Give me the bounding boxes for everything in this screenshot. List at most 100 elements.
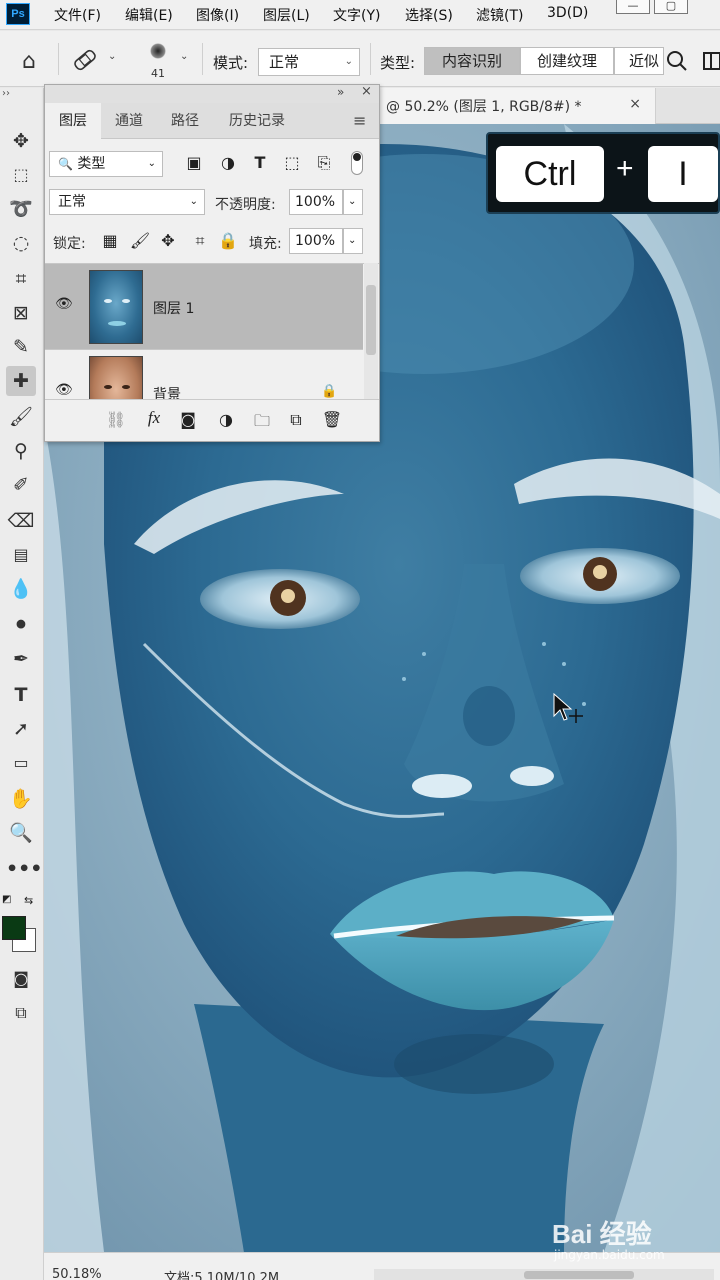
blend-mode-value: 正常	[58, 194, 86, 210]
workspace-icon[interactable]	[700, 49, 720, 73]
visibility-eye-icon[interactable]: 👁	[55, 296, 73, 312]
tab-history[interactable]: 历史记录	[213, 103, 301, 139]
horizontal-scrollbar[interactable]	[374, 1269, 714, 1280]
path-select-tool-icon[interactable]: ➚	[6, 714, 36, 744]
blur-tool-icon[interactable]: 💧	[6, 574, 36, 604]
filter-type-icon[interactable]: T	[249, 153, 271, 172]
menu-3d[interactable]: 3D(D)	[547, 5, 588, 21]
menu-image[interactable]: 图像(I)	[196, 5, 239, 25]
clone-stamp-tool-icon[interactable]: ⚲	[6, 436, 36, 466]
brush-tool-icon[interactable]: 🖌	[6, 402, 36, 432]
frame-tool-icon[interactable]: ⊠	[6, 298, 36, 328]
filter-smart-object-icon[interactable]: ⎘	[313, 153, 335, 173]
spot-healing-tool-icon[interactable]: ✚	[6, 366, 36, 396]
dodge-tool-icon[interactable]: ⚫	[6, 610, 36, 640]
blend-mode-select[interactable]: 正常 ⌄	[49, 189, 205, 215]
close-icon[interactable]: ×	[629, 96, 641, 112]
marquee-tool-icon[interactable]: ⬚	[6, 160, 36, 190]
new-layer-icon[interactable]: ⧉	[285, 410, 307, 430]
lock-transparent-icon[interactable]: ▦	[99, 231, 121, 250]
create-texture-button[interactable]: 创建纹理	[520, 47, 614, 75]
layers-list: 👁 图层 1 👁 背景 🔒	[45, 263, 379, 399]
filter-toggle[interactable]	[351, 151, 363, 175]
zoom-tool-icon[interactable]: 🔍	[6, 818, 36, 848]
move-tool-icon[interactable]: ✥	[6, 126, 36, 156]
layers-scrollbar[interactable]	[364, 263, 378, 399]
trash-icon[interactable]: 🗑	[321, 410, 343, 429]
document-tab[interactable]: @ 50.2% (图层 1, RGB/8#) * ×	[379, 88, 656, 124]
quick-mask-icon[interactable]: ◙	[6, 964, 36, 994]
visibility-eye-icon[interactable]: 👁	[55, 382, 73, 398]
panel-header[interactable]: » ×	[45, 84, 379, 103]
filter-adjustment-icon[interactable]: ◑	[217, 153, 239, 172]
rectangle-tool-icon[interactable]: ▭	[6, 748, 36, 778]
menu-layer[interactable]: 图层(L)	[263, 5, 310, 25]
link-icon[interactable]: ⛓	[105, 410, 127, 429]
maximize-button[interactable]: ▢	[654, 0, 688, 14]
patch-tool-preset[interactable]: ⌄	[70, 45, 122, 75]
baidu-watermark: Bai 经验 jingyan.baidu.com	[552, 1214, 712, 1270]
mode-select[interactable]: 正常 ⌄	[258, 48, 360, 76]
opacity-input[interactable]: 100%	[289, 189, 343, 215]
lock-all-icon[interactable]: 🔒	[217, 231, 239, 250]
content-aware-button[interactable]: 内容识别	[424, 47, 520, 75]
lasso-tool-icon[interactable]: ➰	[6, 194, 36, 224]
proximity-match-button[interactable]: 近似	[614, 47, 664, 75]
foreground-color-swatch[interactable]	[2, 916, 26, 940]
lock-artboard-icon[interactable]: ⌗	[189, 231, 211, 251]
layer-row[interactable]: 👁 图层 1	[45, 264, 363, 350]
history-brush-tool-icon[interactable]: ✐	[6, 470, 36, 500]
layer-name: 背景	[153, 387, 181, 399]
panel-menu-icon[interactable]: ≡	[353, 111, 366, 130]
search-icon[interactable]	[664, 47, 690, 75]
filter-shape-icon[interactable]: ⬚	[281, 153, 303, 172]
more-tools-icon[interactable]: •••	[6, 854, 42, 884]
menu-bar: Ps 文件(F) 编辑(E) 图像(I) 图层(L) 文字(Y) 选择(S) 滤…	[0, 0, 720, 30]
layer-row[interactable]: 👁 背景 🔒	[45, 350, 363, 399]
scrollbar-thumb[interactable]	[524, 1271, 634, 1279]
filter-pixel-icon[interactable]: ▣	[183, 153, 205, 172]
options-bar: ⌂ ⌄ 41 ⌄ 模式: 正常 ⌄ 类型: 内容识别 创建纹理 近似	[0, 31, 720, 87]
zoom-level[interactable]: 50.18%	[52, 1267, 102, 1280]
document-tab-title: @ 50.2% (图层 1, RGB/8#) *	[386, 99, 582, 115]
adjustment-icon[interactable]: ◑	[215, 410, 237, 429]
crop-tool-icon[interactable]: ⌗	[6, 264, 36, 294]
key-ctrl: Ctrl	[496, 146, 604, 202]
menu-type[interactable]: 文字(Y)	[333, 5, 380, 25]
collapse-panel-icon[interactable]: »	[337, 85, 344, 99]
default-colors-icon[interactable]: ◩	[2, 894, 11, 905]
minimize-button[interactable]: —	[616, 0, 650, 14]
eraser-tool-icon[interactable]: ⌫	[6, 506, 36, 536]
group-icon[interactable]: 🗀	[251, 410, 273, 437]
screen-mode-icon[interactable]: ⧉	[6, 998, 36, 1028]
mask-icon[interactable]: ◙	[177, 410, 199, 429]
close-panel-icon[interactable]: ×	[361, 84, 372, 99]
tab-paths[interactable]: 路径	[157, 103, 213, 139]
home-icon[interactable]: ⌂	[14, 47, 44, 77]
layer-filter-select[interactable]: 🔍 类型 ⌄	[49, 151, 163, 177]
swap-colors-icon[interactable]: ⇆	[24, 894, 33, 907]
eyedropper-tool-icon[interactable]: ✎	[6, 332, 36, 362]
expand-toolbar-icon[interactable]: ››	[2, 88, 10, 99]
fill-dropdown[interactable]: ⌄	[343, 228, 363, 254]
tab-channels[interactable]: 通道	[101, 103, 157, 139]
opacity-dropdown[interactable]: ⌄	[343, 189, 363, 215]
scrollbar-thumb[interactable]	[366, 285, 376, 355]
type-tool-icon[interactable]: T	[6, 680, 36, 710]
gradient-tool-icon[interactable]: ▤	[6, 540, 36, 570]
brush-size-picker[interactable]: 41 ⌄	[140, 39, 196, 81]
pen-tool-icon[interactable]: ✒	[6, 644, 36, 674]
hand-tool-icon[interactable]: ✋	[6, 784, 36, 814]
menu-select[interactable]: 选择(S)	[405, 5, 453, 25]
menu-filter[interactable]: 滤镜(T)	[476, 5, 523, 25]
divider	[202, 43, 203, 75]
menu-edit[interactable]: 编辑(E)	[125, 5, 173, 25]
menu-file[interactable]: 文件(F)	[54, 5, 101, 25]
tab-layers[interactable]: 图层	[45, 103, 101, 139]
lock-image-icon[interactable]: 🖌	[129, 231, 151, 250]
lock-position-icon[interactable]: ✥	[157, 231, 179, 250]
fill-input[interactable]: 100%	[289, 228, 343, 254]
divider	[370, 43, 371, 75]
fx-icon[interactable]: fx	[143, 408, 165, 428]
quick-select-tool-icon[interactable]: ◌	[6, 228, 36, 258]
